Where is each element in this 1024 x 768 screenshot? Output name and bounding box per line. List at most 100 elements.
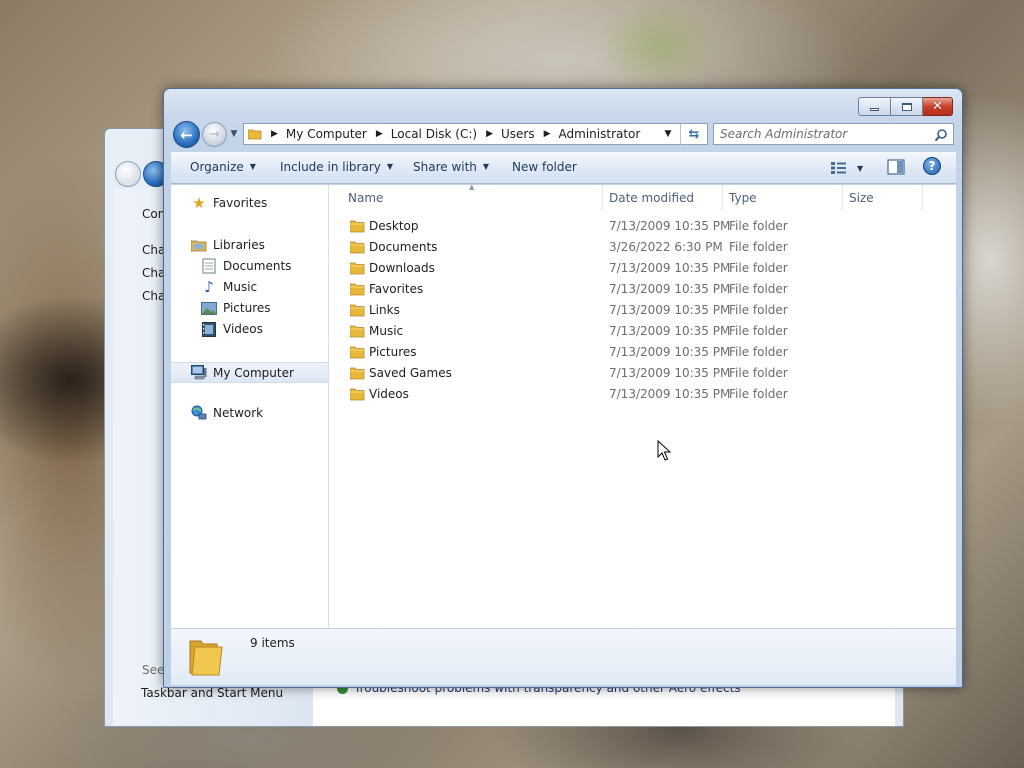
nav-libraries[interactable]: Libraries [191, 237, 265, 253]
back-arrow-icon: ← [180, 125, 193, 144]
refresh-icon: ⇆ [688, 127, 700, 142]
file-name: Links [369, 303, 400, 317]
column-header-size[interactable]: Size [843, 185, 923, 210]
share-with-menu[interactable]: Share with ▼ [413, 160, 489, 174]
item-count: 9 items [250, 636, 295, 650]
back-button[interactable]: ← [173, 121, 200, 148]
close-icon: ✕ [932, 99, 943, 114]
include-in-library-label: Include in library [280, 160, 381, 174]
bg-link-2[interactable]: Cha [142, 266, 165, 280]
file-type: File folder [729, 303, 788, 317]
libraries-icon [191, 237, 207, 253]
network-icon [191, 405, 207, 421]
table-row[interactable]: Saved Games 7/13/2009 10:35 PM File fold… [330, 363, 930, 384]
address-history-dropdown[interactable]: ▼ [661, 127, 675, 141]
table-row[interactable]: Videos 7/13/2009 10:35 PM File folder [330, 384, 930, 405]
help-button[interactable]: ? [923, 157, 941, 175]
column-header-name[interactable]: Name [330, 185, 603, 210]
column-header-type[interactable]: Type [723, 185, 843, 210]
column-header-date-modified[interactable]: Date modified [603, 185, 723, 210]
breadcrumb-separator-icon[interactable]: ▶ [486, 129, 493, 139]
folder-icon [350, 325, 365, 338]
file-name: Videos [369, 387, 409, 401]
column-name-label: Name [348, 190, 384, 205]
nav-library-documents[interactable]: Documents [201, 258, 291, 274]
nav-library-music[interactable]: ♪ Music [201, 278, 258, 296]
table-row[interactable]: Downloads 7/13/2009 10:35 PM File folder [330, 258, 930, 279]
folder-icon [189, 640, 223, 676]
nav-documents-label: Documents [223, 259, 292, 273]
music-note-icon: ♪ [204, 278, 214, 296]
table-row[interactable]: Favorites 7/13/2009 10:35 PM File folder [330, 279, 930, 300]
minimize-button[interactable] [858, 97, 891, 116]
file-date: 7/13/2009 10:35 PM [609, 345, 731, 359]
file-name: Pictures [369, 345, 417, 359]
close-button[interactable]: ✕ [923, 97, 953, 116]
column-date-label: Date modified [609, 190, 695, 205]
pictures-icon [201, 300, 217, 316]
include-in-library-menu[interactable]: Include in library ▼ [280, 160, 393, 174]
file-date: 3/26/2022 6:30 PM [609, 240, 723, 254]
folder-icon [350, 367, 365, 380]
star-icon: ★ [192, 194, 206, 212]
folder-icon [350, 283, 365, 296]
view-list-icon [831, 162, 846, 174]
breadcrumb-separator-icon[interactable]: ▶ [544, 129, 551, 139]
organize-label: Organize [190, 160, 244, 174]
folder-icon [350, 262, 365, 275]
recent-pages-button[interactable]: ▼ [228, 127, 240, 141]
search-input[interactable] [720, 127, 930, 141]
bg-link-1[interactable]: Cha [142, 243, 165, 257]
breadcrumb-separator-icon[interactable]: ▶ [376, 129, 383, 139]
nav-my-computer[interactable]: My Computer [171, 362, 328, 383]
breadcrumb-administrator[interactable]: Administrator [559, 127, 641, 141]
nav-favorites[interactable]: ★ Favorites [191, 194, 268, 212]
nav-network[interactable]: Network [191, 405, 263, 421]
refresh-button[interactable]: ⇆ [680, 124, 707, 145]
file-name: Documents [369, 240, 438, 254]
bg-link-3[interactable]: Cha [142, 289, 165, 303]
address-bar[interactable]: ▶ My Computer ▶ Local Disk (C:) ▶ Users … [243, 123, 708, 145]
nav-pictures-label: Pictures [223, 301, 271, 315]
file-date: 7/13/2009 10:35 PM [609, 303, 731, 317]
table-row[interactable]: Pictures 7/13/2009 10:35 PM File folder [330, 342, 930, 363]
breadcrumb-users[interactable]: Users [501, 127, 535, 141]
folder-icon [350, 220, 365, 233]
file-type: File folder [729, 387, 788, 401]
preview-pane-icon[interactable] [887, 159, 905, 175]
file-name: Favorites [369, 282, 424, 296]
organize-menu[interactable]: Organize ▼ [190, 160, 256, 174]
table-row[interactable]: Links 7/13/2009 10:35 PM File folder [330, 300, 930, 321]
nav-videos-label: Videos [223, 322, 263, 336]
search-box[interactable] [713, 123, 954, 145]
bg-back-button[interactable] [115, 161, 141, 187]
search-icon[interactable] [934, 128, 948, 142]
breadcrumb-separator-icon[interactable]: ▶ [271, 129, 278, 139]
bg-link-control-panel[interactable]: Con [142, 207, 165, 221]
file-date: 7/13/2009 10:35 PM [609, 366, 731, 380]
table-row[interactable]: Desktop 7/13/2009 10:35 PM File folder [330, 216, 930, 237]
nav-music-label: Music [223, 280, 258, 294]
table-row[interactable]: Documents 3/26/2022 6:30 PM File folder [330, 237, 930, 258]
maximize-icon [901, 102, 912, 111]
minimize-icon [870, 108, 879, 111]
nav-library-videos[interactable]: Videos [201, 321, 263, 337]
column-size-label: Size [849, 190, 874, 205]
table-row[interactable]: Music 7/13/2009 10:35 PM File folder [330, 321, 930, 342]
command-bar: Organize ▼ Include in library ▼ Share with… [171, 152, 956, 184]
nav-favorites-label: Favorites [213, 196, 268, 210]
nav-library-pictures[interactable]: Pictures [201, 300, 271, 316]
videos-icon [201, 321, 217, 337]
folder-icon [248, 129, 262, 140]
change-view-button[interactable]: ▼ [831, 159, 867, 177]
breadcrumb-local-disk[interactable]: Local Disk (C:) [391, 127, 477, 141]
file-type: File folder [729, 345, 788, 359]
chevron-down-icon[interactable]: ▼ [857, 164, 863, 173]
new-folder-button[interactable]: New folder [512, 160, 577, 174]
maximize-button[interactable] [891, 97, 923, 116]
content-area: ★ Favorites Libraries Documents ♪ Music [171, 183, 956, 628]
forward-button[interactable]: → [202, 122, 227, 147]
explorer-window[interactable]: ✕ ← → ▼ ▶ My Computer ▶ Local Disk (C:) … [163, 88, 963, 688]
breadcrumb-my-computer[interactable]: My Computer [286, 127, 367, 141]
taskbar-start-menu-link[interactable]: Taskbar and Start Menu [141, 686, 283, 700]
